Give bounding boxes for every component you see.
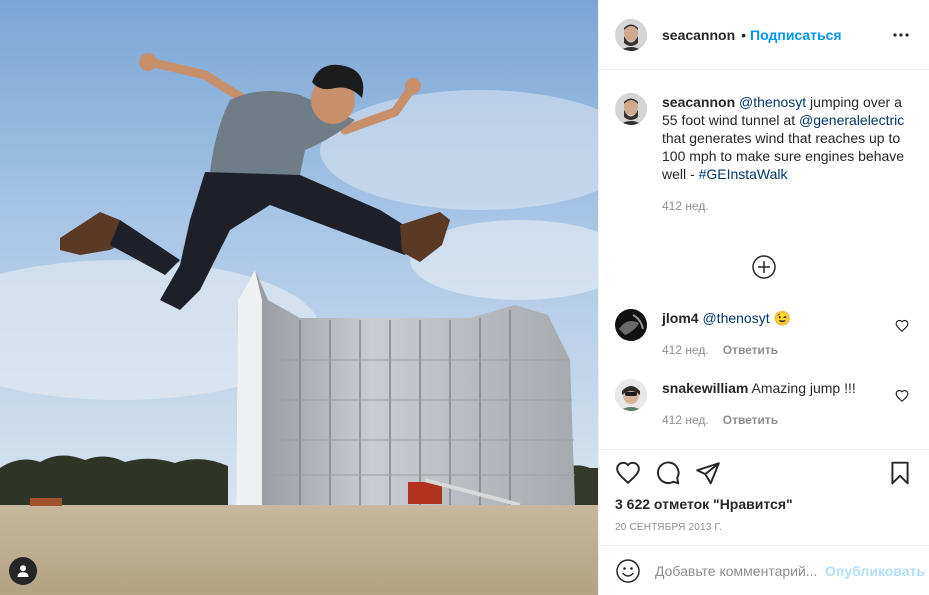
comment-text: jlom4 @thenosyt 😉 [662,309,892,327]
post-header: seacannon • Подписаться [599,0,929,70]
author-avatar[interactable] [615,18,647,51]
post-side-panel: seacannon • Подписаться seacannon @theno… [598,0,929,595]
comment-avatar[interactable] [615,309,647,341]
author-username[interactable]: seacannon [662,27,735,43]
follow-button[interactable]: Подписаться [750,27,842,43]
comment-text: snakewilliam Amazing jump !!! [662,379,892,397]
post-actions: 3 622 отметок "Нравится" 20 сентября 201… [599,449,929,533]
comment-time[interactable]: 412 нед. [662,411,709,429]
comment-heart-icon[interactable] [895,319,909,333]
heart-icon[interactable] [615,460,641,486]
plus-circle-icon[interactable] [751,254,777,280]
caption-mention-2[interactable]: @generalelectric [799,112,904,128]
post-date[interactable]: 20 сентября 2013 г. [615,522,913,533]
separator-dot: • [741,26,747,43]
comment-time[interactable]: 412 нед. [662,341,709,359]
caption-text: seacannon @thenosyt jumping over a 55 fo… [662,93,912,183]
comment-item: snakewilliam Amazing jump !!! 412 нед. О… [615,379,915,429]
action-icons [615,450,913,496]
comment-meta: 412 нед. Ответить [662,341,892,359]
caption-avatar[interactable] [615,93,647,125]
comment-mention[interactable]: @thenosyt [702,310,769,326]
post-comment-button[interactable]: Опубликовать [825,563,925,579]
comment-meta: 412 нед. Ответить [662,411,892,429]
caption-time[interactable]: 412 нед. [662,197,709,215]
comment-content: Amazing jump !!! [751,380,856,396]
paper-plane-icon[interactable] [695,460,721,486]
reply-button[interactable]: Ответить [723,411,778,429]
caption-body: seacannon @thenosyt jumping over a 55 fo… [662,93,912,215]
caption-meta: 412 нед. [662,197,912,215]
bookmark-icon[interactable] [887,460,913,486]
user-tag-icon[interactable] [9,557,37,585]
reply-button[interactable]: Ответить [723,341,778,359]
post-modal: seacannon • Подписаться seacannon @theno… [0,0,929,595]
more-horizontal-icon[interactable] [889,23,913,47]
comment-username[interactable]: snakewilliam [662,380,748,396]
comment-body: jlom4 @thenosyt 😉 412 нед. Ответить [662,309,892,359]
comment-heart-icon[interactable] [895,389,909,403]
likes-count[interactable]: 3 622 отметок "Нравится" [615,496,913,512]
comment-username[interactable]: jlom4 [662,310,699,326]
comment-input[interactable] [655,562,825,579]
photo-scene [0,0,598,595]
add-comment-bar: Опубликовать [599,545,929,595]
comment-avatar[interactable] [615,379,647,411]
comment-body: snakewilliam Amazing jump !!! 412 нед. О… [662,379,892,429]
caption-block: seacannon @thenosyt jumping over a 55 fo… [599,71,929,215]
wink-emoji: 😉 [773,310,791,326]
comment-item: jlom4 @thenosyt 😉 412 нед. Ответить [615,309,915,359]
comments-list[interactable]: seacannon @thenosyt jumping over a 55 fo… [599,71,929,449]
comment-icon[interactable] [655,460,681,486]
post-photo[interactable] [0,0,598,595]
caption-hashtag[interactable]: #GEInstaWalk [699,166,788,182]
smiley-icon[interactable] [615,558,641,584]
caption-mention[interactable]: @thenosyt [739,94,806,110]
caption-username[interactable]: seacannon [662,94,735,110]
